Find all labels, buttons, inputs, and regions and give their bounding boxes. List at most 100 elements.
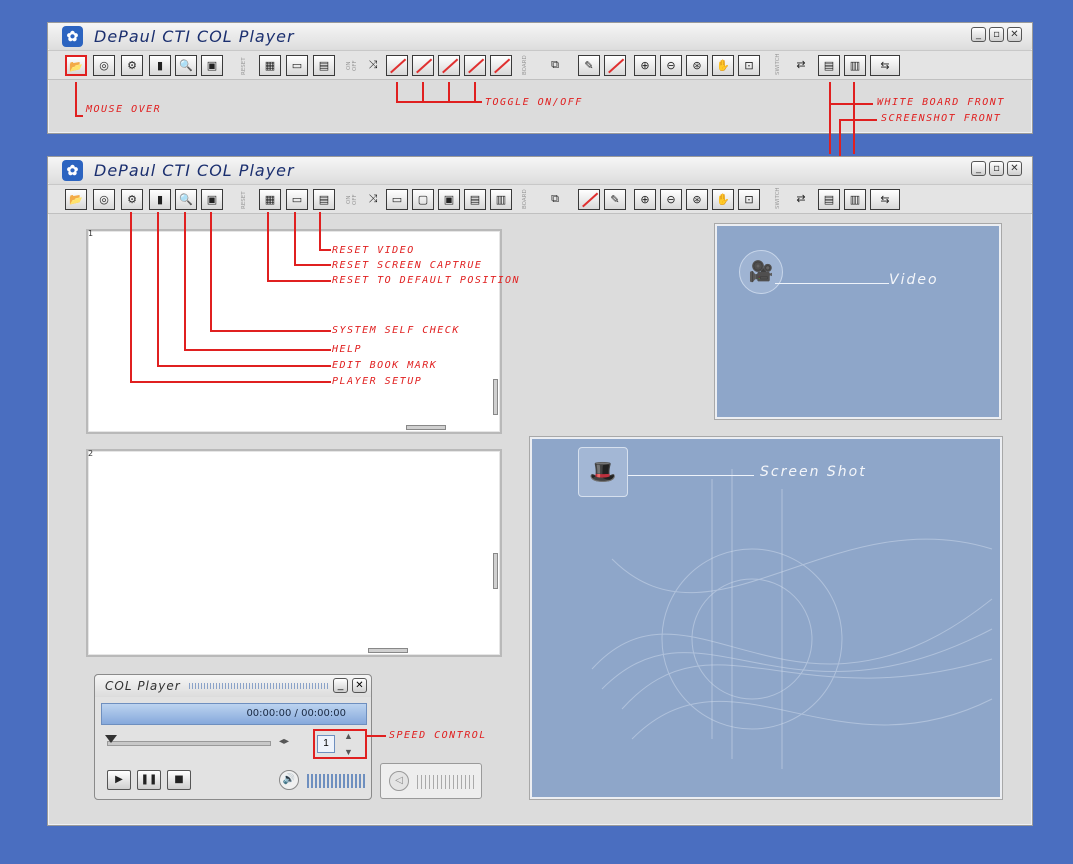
- horizontal-scroll-handle[interactable]: [368, 648, 408, 653]
- disc-button[interactable]: ◎: [93, 189, 115, 210]
- zoom-out-button[interactable]: ⊖: [660, 189, 682, 210]
- annotation-white-board-front: WHITE BOARD FRONT: [877, 97, 1005, 108]
- player-setup-button[interactable]: ⚙: [121, 189, 143, 210]
- toggle-slides-button[interactable]: ▥: [490, 189, 512, 210]
- title-bar[interactable]: ✿ DePaul CTI COL Player _ ▫ ✕: [48, 23, 1032, 49]
- swap-windows-button[interactable]: ⇆: [870, 189, 900, 210]
- reset-default-position-button[interactable]: ▦: [259, 189, 281, 210]
- reset-screen-capture-button[interactable]: ▭: [286, 55, 308, 76]
- switch-icon[interactable]: ⇄: [790, 55, 812, 76]
- eraser-button[interactable]: [604, 55, 626, 76]
- annotation-mouse-over: MOUSE OVER: [86, 104, 162, 115]
- help-button[interactable]: 🔍: [175, 189, 197, 210]
- help-button[interactable]: 🔍: [175, 55, 197, 76]
- zoom-fit-button[interactable]: ⊛: [686, 55, 708, 76]
- toggle-screenshot-button[interactable]: ▣: [438, 189, 460, 210]
- player-close-button[interactable]: ✕: [352, 678, 367, 693]
- title-bar[interactable]: ✿ DePaul CTI COL Player _ ▫ ✕: [48, 157, 1032, 183]
- toggle-screenshot-button[interactable]: [438, 55, 460, 76]
- reset-video-button[interactable]: ▤: [313, 189, 335, 210]
- zoom-fit-button[interactable]: ⊛: [686, 189, 708, 210]
- close-button[interactable]: ✕: [1007, 27, 1022, 42]
- pen-button[interactable]: ✎: [578, 55, 600, 76]
- seek-handle-icon[interactable]: [105, 735, 117, 743]
- board-separator-label: BOARD: [522, 189, 528, 209]
- player-setup-button[interactable]: ⚙: [121, 55, 143, 76]
- minimize-button[interactable]: _: [971, 27, 986, 42]
- volume-bars[interactable]: [307, 774, 367, 788]
- toggle-camera-button[interactable]: [464, 55, 486, 76]
- toggle-all-icon[interactable]: ⤨: [362, 189, 384, 210]
- reset-screen-capture-button[interactable]: ▭: [286, 189, 308, 210]
- annotation-reset-screen-capture: RESET SCREEN CAPTRUE: [332, 260, 483, 271]
- annotation-help: HELP: [332, 344, 363, 355]
- screenshot-panel[interactable]: 🎩 Screen Shot: [530, 437, 1002, 799]
- edit-bookmark-button[interactable]: ▮: [149, 189, 171, 210]
- toggle-slides-button[interactable]: [490, 55, 512, 76]
- video-panel[interactable]: 🎥 Video: [715, 224, 1001, 419]
- restore-button[interactable]: ▫: [989, 27, 1004, 42]
- seek-slider[interactable]: [107, 741, 271, 746]
- board-select-icon[interactable]: ⧉: [538, 189, 572, 210]
- pan-hand-button[interactable]: ✋: [712, 189, 734, 210]
- screenshot-front-button[interactable]: ▥: [844, 189, 866, 210]
- pause-button[interactable]: ❚❚: [137, 770, 161, 790]
- panel-number-1: 1: [88, 229, 94, 238]
- player-minimize-button[interactable]: _: [333, 678, 348, 693]
- video-label: Video: [889, 272, 939, 288]
- disc-button[interactable]: ◎: [93, 55, 115, 76]
- toggle-whiteboard-button[interactable]: ▢: [412, 189, 434, 210]
- stop-button[interactable]: ■: [167, 770, 191, 790]
- whiteboard-panel-2[interactable]: 2: [86, 449, 502, 657]
- vertical-scroll-handle[interactable]: [493, 553, 498, 589]
- swap-windows-button[interactable]: ⇆: [870, 55, 900, 76]
- whiteboard-front-button[interactable]: ▤: [818, 189, 840, 210]
- annotation-toggle: TOGGLE ON/OFF: [485, 97, 583, 108]
- toggle-all-icon[interactable]: ⤨: [362, 55, 384, 76]
- screenshot-front-button[interactable]: ▥: [844, 55, 866, 76]
- onoff-separator-label: ON OFF: [346, 194, 358, 206]
- switch-icon[interactable]: ⇄: [790, 189, 812, 210]
- open-folder-button[interactable]: 📂: [65, 189, 87, 210]
- self-check-button[interactable]: ▣: [201, 189, 223, 210]
- reset-default-position-button[interactable]: ▦: [259, 55, 281, 76]
- open-folder-button[interactable]: 📂: [65, 55, 87, 76]
- toggle-video-button[interactable]: ▭: [386, 189, 408, 210]
- eraser-button[interactable]: [578, 189, 600, 210]
- annotation-speed-control: SPEED CONTROL: [389, 730, 487, 741]
- fit-window-button[interactable]: ⊡: [738, 189, 760, 210]
- board-select-icon[interactable]: ⧉: [538, 55, 572, 76]
- window-title: DePaul CTI COL Player: [94, 161, 295, 180]
- toolbar: 📂 ◎ ⚙ ▮ 🔍 ▣ RESET ▦ ▭ ▤ ON OFF ⤨ ▭ ▢ ▣ ▤…: [48, 184, 1032, 214]
- panel-number-2: 2: [88, 449, 94, 458]
- board-separator-label: BOARD: [522, 55, 528, 75]
- player-title-bar[interactable]: COL Player _ ✕: [95, 675, 371, 697]
- pan-hand-button[interactable]: ✋: [712, 55, 734, 76]
- play-button[interactable]: ▶: [107, 770, 131, 790]
- toggle-camera-button[interactable]: ▤: [464, 189, 486, 210]
- reset-separator-label: RESET: [241, 191, 247, 209]
- time-display: 00:00:00 / 00:00:00: [101, 703, 367, 725]
- zoom-in-button[interactable]: ⊕: [634, 55, 656, 76]
- player-title: COL Player: [105, 679, 181, 693]
- step-arrows-icon[interactable]: ◂▸: [279, 736, 289, 747]
- toggle-whiteboard-button[interactable]: [412, 55, 434, 76]
- muted-speaker-icon[interactable]: ◁: [389, 771, 409, 791]
- zoom-in-button[interactable]: ⊕: [634, 189, 656, 210]
- self-check-button[interactable]: ▣: [201, 55, 223, 76]
- reset-video-button[interactable]: ▤: [313, 55, 335, 76]
- edit-bookmark-button[interactable]: ▮: [149, 55, 171, 76]
- restore-button[interactable]: ▫: [989, 161, 1004, 176]
- speaker-icon[interactable]: 🔊: [279, 770, 299, 790]
- horizontal-scroll-handle[interactable]: [406, 425, 446, 430]
- vertical-scroll-handle[interactable]: [493, 379, 498, 415]
- toggle-video-button[interactable]: [386, 55, 408, 76]
- fit-window-button[interactable]: ⊡: [738, 55, 760, 76]
- muted-volume-bars[interactable]: [417, 775, 475, 789]
- screenshot-label: Screen Shot: [760, 464, 867, 480]
- close-button[interactable]: ✕: [1007, 161, 1022, 176]
- whiteboard-front-button[interactable]: ▤: [818, 55, 840, 76]
- minimize-button[interactable]: _: [971, 161, 986, 176]
- zoom-out-button[interactable]: ⊖: [660, 55, 682, 76]
- pen-button[interactable]: ✎: [604, 189, 626, 210]
